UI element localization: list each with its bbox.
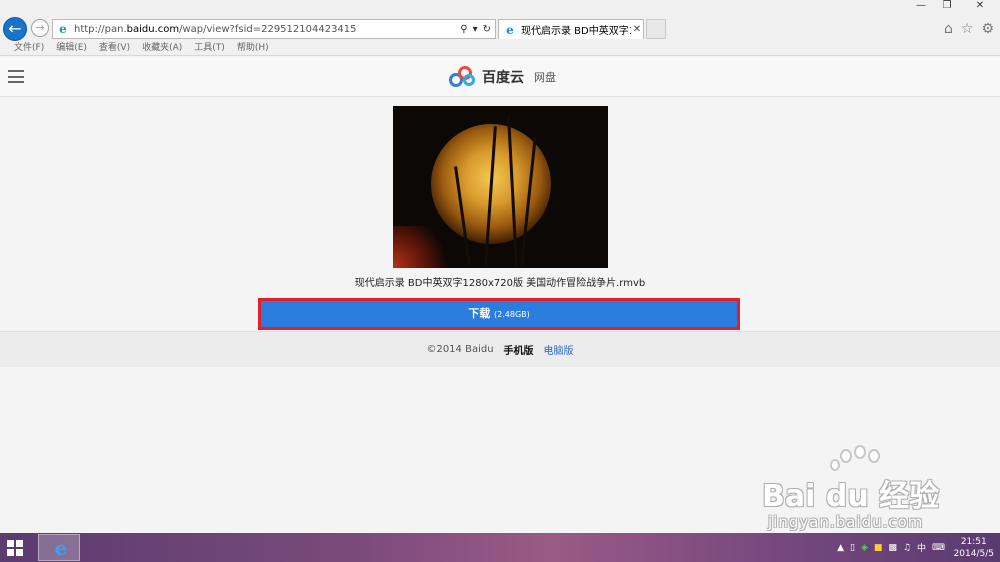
video-thumbnail[interactable]: [393, 106, 608, 268]
watermark-text: Bai du 经验: [762, 479, 940, 514]
internet-explorer-icon: e: [54, 536, 68, 560]
logo-subtitle: 网盘: [534, 71, 556, 84]
hamburger-menu-icon[interactable]: [8, 70, 24, 83]
arrow-right-icon: →: [35, 21, 45, 34]
taskbar-ie-button[interactable]: e: [38, 534, 80, 561]
menu-help[interactable]: 帮助(H): [237, 42, 269, 55]
restore-button[interactable]: ❐: [934, 0, 960, 14]
favorites-star-icon[interactable]: ☆: [961, 21, 974, 37]
back-button[interactable]: ←: [3, 17, 27, 41]
minimize-button[interactable]: —: [908, 0, 934, 14]
download-button[interactable]: 下载 (2.48GB): [261, 301, 737, 327]
file-name: 现代启示录 BD中英双字1280x720版 美国动作冒险战争片.rmvb: [354, 278, 646, 289]
taskbar-clock[interactable]: 21:51 2014/5/5: [954, 536, 994, 560]
web-page: 百度云 网盘 现代启示录 BD中英双字1280x720版 美国动作冒险战争片.r…: [0, 57, 1000, 533]
url-text[interactable]: http://pan.baidu.com/wap/view?fsid=22951…: [74, 24, 460, 35]
menu-file[interactable]: 文件(F): [14, 42, 44, 55]
menu-favorites[interactable]: 收藏夹(A): [142, 42, 182, 55]
menu-bar: 文件(F) 编辑(E) 查看(V) 收藏夹(A) 工具(T) 帮助(H): [0, 42, 1000, 56]
refresh-icon[interactable]: ↻: [483, 24, 491, 35]
clock-time: 21:51: [960, 537, 987, 547]
clock-date: 2014/5/5: [953, 549, 994, 559]
menu-edit[interactable]: 编辑(E): [56, 42, 87, 55]
url-path: /wap/view?fsid=229512104423415: [179, 23, 357, 35]
menu-view[interactable]: 查看(V): [99, 42, 130, 55]
window-controls: — ❐ ✕: [908, 0, 1000, 14]
ie-page-icon: e: [59, 22, 67, 36]
system-tray: ▲ ▯ ◈ ■ ▩ ♫ 中 ⌨: [837, 541, 945, 555]
highlight-box: 下载 (2.48GB): [258, 298, 740, 330]
ie-tab-icon: e: [506, 22, 514, 37]
ime-indicator[interactable]: 中: [917, 541, 926, 554]
url-prefix: http://pan.: [74, 23, 127, 35]
windows-start-icon[interactable]: [7, 540, 23, 556]
cloud-logo-icon: [449, 65, 479, 89]
security-shield-icon[interactable]: ◈: [861, 543, 868, 553]
search-icon[interactable]: ⚲: [460, 24, 467, 35]
address-actions: ⚲ ▾ ↻: [460, 24, 495, 35]
copyright: ©2014 Baidu: [426, 344, 494, 355]
windows-taskbar: e ▲ ▯ ◈ ■ ▩ ♫ 中 ⌨ 21:51 2014/5/5: [0, 533, 1000, 562]
keyboard-icon[interactable]: ⌨: [932, 543, 945, 553]
watermark-url: jingyan.baidu.com: [768, 513, 924, 531]
forward-button[interactable]: →: [31, 19, 49, 37]
download-label: 下载: [468, 307, 491, 320]
site-header: 百度云 网盘: [0, 57, 1000, 97]
close-tab-icon[interactable]: ✕: [631, 24, 643, 35]
download-size: (2.48GB): [494, 310, 530, 319]
arrow-left-icon: ←: [8, 19, 22, 38]
address-bar[interactable]: e http://pan.baidu.com/wap/view?fsid=229…: [52, 19, 496, 39]
tab-title: 现代启示录 BD中英双字12...: [521, 26, 631, 37]
close-window-button[interactable]: ✕: [960, 0, 1000, 14]
tab-active[interactable]: e 现代启示录 BD中英双字12... ✕: [498, 19, 644, 39]
baidu-yun-logo[interactable]: 百度云 网盘: [449, 65, 556, 89]
logo-text: 百度云: [482, 70, 524, 86]
mobile-version-label: 手机版: [503, 346, 534, 357]
gear-icon[interactable]: ⚙: [981, 21, 994, 37]
home-icon[interactable]: ⌂: [944, 21, 953, 37]
browser-toolbar: — ❐ ✕ ← → e http://pan.baidu.com/wap/vie…: [0, 0, 1000, 42]
menu-tools[interactable]: 工具(T): [194, 42, 225, 55]
url-domain: baidu.com: [126, 23, 180, 35]
new-tab-button[interactable]: [646, 19, 666, 39]
baidu-jingyan-watermark: Bai du 经验 jingyan.baidu.com: [762, 445, 972, 532]
pc-version-link[interactable]: 电脑版: [544, 342, 574, 357]
app-tray-icon[interactable]: ■: [874, 543, 883, 553]
browser-right-icons: ⌂ ☆ ⚙: [944, 21, 994, 37]
network-signal-icon[interactable]: ▩: [888, 543, 897, 553]
device-icon[interactable]: ▯: [850, 543, 855, 553]
page-footer: ©2014 Baidu 手机版 电脑版: [0, 331, 1000, 367]
tray-expand-icon[interactable]: ▲: [837, 543, 844, 553]
dropdown-icon[interactable]: ▾: [473, 24, 478, 35]
volume-icon[interactable]: ♫: [903, 543, 911, 553]
